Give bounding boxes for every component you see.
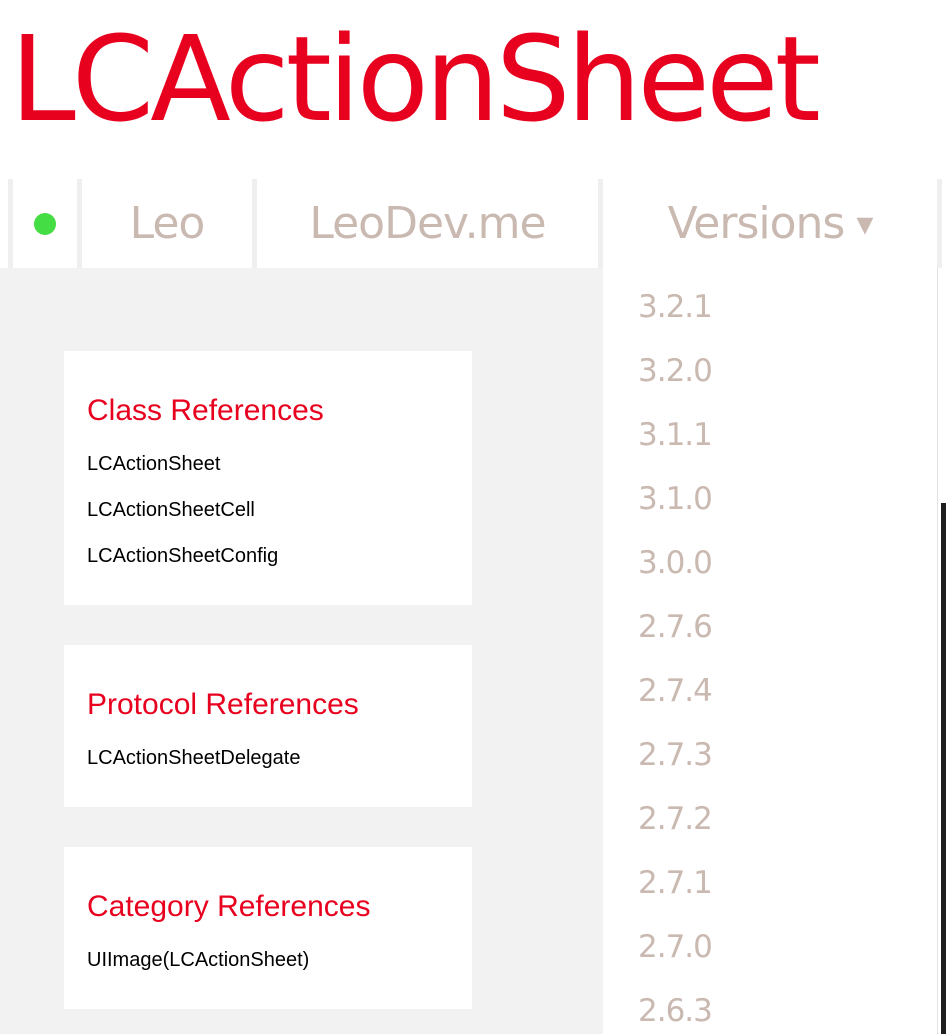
version-item[interactable]: 2.7.3 [638,737,713,773]
nav-website-link[interactable]: LeoDev.me [257,179,598,268]
version-item[interactable]: 2.7.4 [638,673,713,709]
section-title: Protocol References [87,688,359,721]
section-title: Class References [87,394,324,427]
versions-dropdown-menu: 3.2.1 3.2.0 3.1.1 3.1.0 3.0.0 2.7.6 2.7.… [603,268,937,1034]
section-title: Category References [87,890,371,923]
status-indicator[interactable] [13,179,77,268]
nav-author-link[interactable]: Leo [82,179,252,268]
code-block-edge [941,503,946,1034]
versions-dropdown-toggle[interactable]: Versions ▾ [603,179,937,268]
version-item[interactable]: 3.2.0 [638,353,713,389]
version-item[interactable]: 2.6.3 [638,993,713,1029]
site-title[interactable]: LCActionSheet [10,4,821,154]
main-content: Class References LCActionSheet LCActionS… [0,268,603,1034]
navbar: Leo LeoDev.me Versions ▾ [0,179,946,268]
version-item[interactable]: 2.7.2 [638,801,713,837]
version-item[interactable]: 3.2.1 [638,289,713,325]
version-item[interactable]: 3.1.0 [638,481,713,517]
class-link-lcactionsheet[interactable]: LCActionSheet [87,453,220,476]
protocol-link-lcactionsheetdelegate[interactable]: LCActionSheetDelegate [87,747,300,770]
nav-separator [937,179,942,268]
version-item[interactable]: 2.7.1 [638,865,713,901]
versions-label: Versions [667,198,846,249]
version-item[interactable]: 3.1.1 [638,417,713,453]
class-link-lcactionsheetconfig[interactable]: LCActionSheetConfig [87,545,278,568]
protocol-references-card: Protocol References LCActionSheetDelegat… [64,645,472,807]
version-item[interactable]: 2.7.6 [638,609,713,645]
category-references-card: Category References UIImage(LCActionShee… [64,847,472,1009]
version-item[interactable]: 3.0.0 [638,545,713,581]
category-link-uiimage-lcactionsheet[interactable]: UIImage(LCActionSheet) [87,949,309,972]
version-item[interactable]: 2.7.0 [638,929,713,965]
class-link-lcactionsheetcell[interactable]: LCActionSheetCell [87,499,255,522]
triangle-down-icon: ▾ [856,203,873,244]
class-references-card: Class References LCActionSheet LCActionS… [64,351,472,605]
status-dot-icon [34,212,56,235]
